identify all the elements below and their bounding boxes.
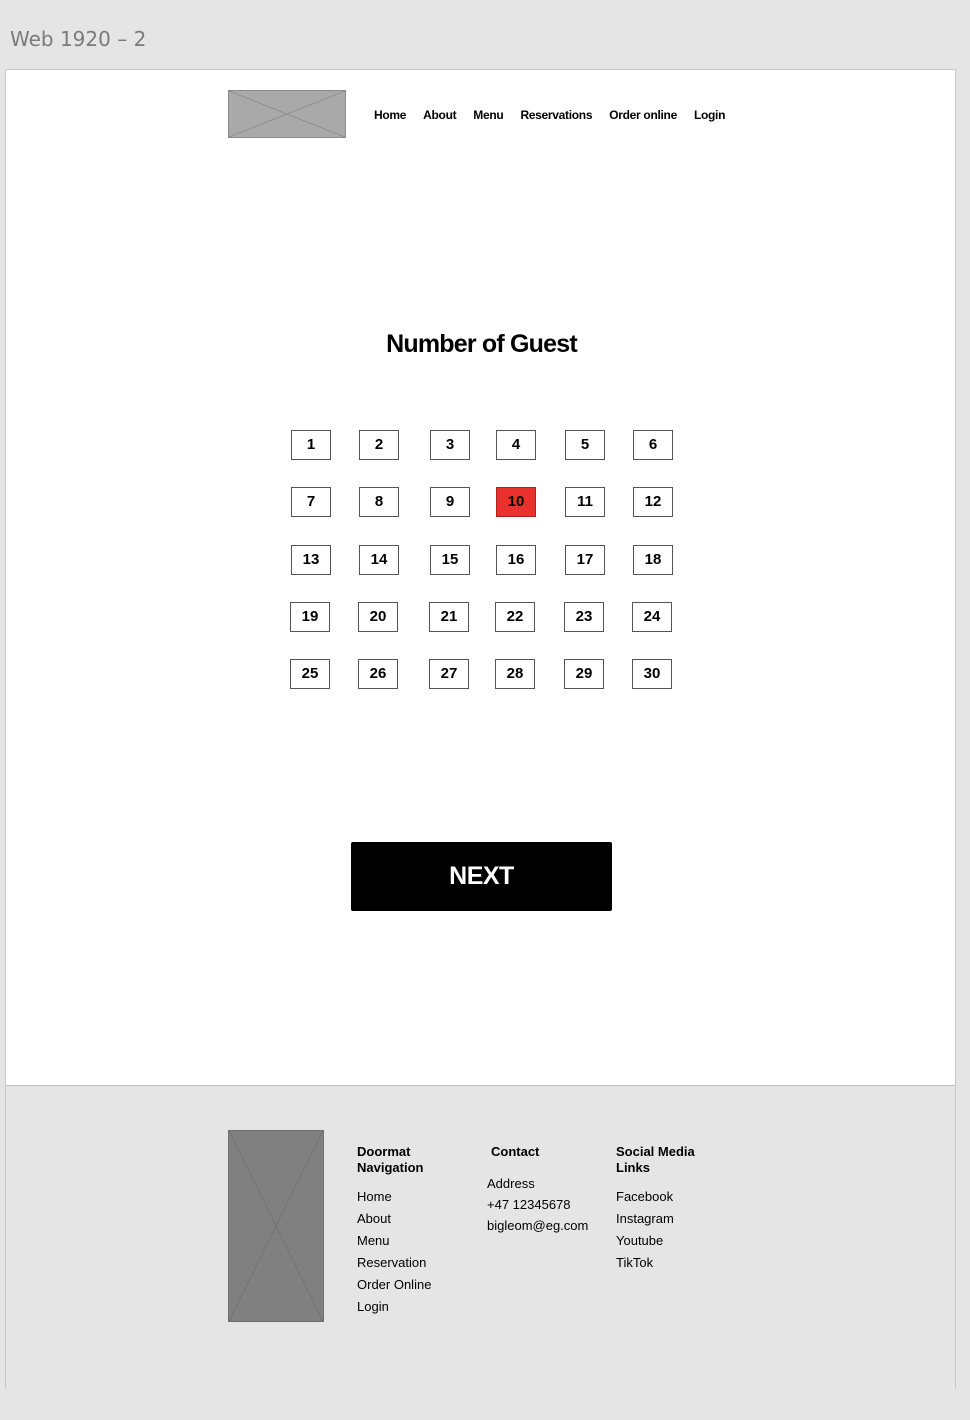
guest-count-8-button[interactable]: 8 <box>359 487 399 517</box>
guest-count-13-button[interactable]: 13 <box>291 545 331 575</box>
main-nav: Home About Menu Reservations Order onlin… <box>374 108 725 122</box>
guest-count-14-button[interactable]: 14 <box>359 545 399 575</box>
guest-count-11-button[interactable]: 11 <box>565 487 605 517</box>
next-button[interactable]: NEXT <box>351 842 612 911</box>
guest-count-23-button[interactable]: 23 <box>564 602 604 632</box>
guest-count-4-button[interactable]: 4 <box>496 430 536 460</box>
footer-social-column: Social Media Links Facebook Instagram Yo… <box>616 1144 726 1274</box>
guest-count-16-button[interactable]: 16 <box>496 545 536 575</box>
footer-nav-heading: Doormat Navigation <box>357 1144 424 1175</box>
social-link-youtube[interactable]: Youtube <box>616 1230 726 1252</box>
guest-count-28-button[interactable]: 28 <box>495 659 535 689</box>
guest-count-27-button[interactable]: 27 <box>429 659 469 689</box>
footer-contact-heading: Contact <box>491 1144 540 1159</box>
footer-link-menu[interactable]: Menu <box>357 1230 467 1252</box>
footer-contact-column: Contact Address +47 12345678 bigleom@eg.… <box>487 1144 607 1236</box>
footer-image-placeholder <box>228 1130 324 1322</box>
contact-address: Address <box>487 1176 535 1191</box>
nav-home[interactable]: Home <box>374 108 406 122</box>
guest-count-24-button[interactable]: 24 <box>632 602 672 632</box>
page-title: Number of Guest <box>386 330 578 358</box>
guest-count-25-button[interactable]: 25 <box>290 659 330 689</box>
nav-login[interactable]: Login <box>694 108 725 122</box>
contact-email: bigleom@eg.com <box>487 1218 589 1233</box>
guest-count-9-button[interactable]: 9 <box>430 487 470 517</box>
image-placeholder-icon <box>229 1131 323 1321</box>
footer-link-login[interactable]: Login <box>357 1296 467 1318</box>
nav-reservations[interactable]: Reservations <box>520 108 592 122</box>
guest-count-7-button[interactable]: 7 <box>291 487 331 517</box>
footer-nav-column: Doormat Navigation Home About Menu Reser… <box>357 1144 467 1318</box>
guest-count-17-button[interactable]: 17 <box>565 545 605 575</box>
image-placeholder-icon <box>229 91 345 137</box>
logo-placeholder[interactable] <box>228 90 346 138</box>
footer-link-about[interactable]: About <box>357 1208 467 1230</box>
guest-count-2-button[interactable]: 2 <box>359 430 399 460</box>
social-link-instagram[interactable]: Instagram <box>616 1208 726 1230</box>
guest-count-6-button[interactable]: 6 <box>633 430 673 460</box>
footer-link-home[interactable]: Home <box>357 1186 467 1208</box>
social-link-facebook[interactable]: Facebook <box>616 1186 726 1208</box>
guest-count-22-button[interactable]: 22 <box>495 602 535 632</box>
guest-count-18-button[interactable]: 18 <box>633 545 673 575</box>
guest-count-30-button[interactable]: 30 <box>632 659 672 689</box>
footer-link-reservation[interactable]: Reservation <box>357 1252 467 1274</box>
social-link-tiktok[interactable]: TikTok <box>616 1252 726 1274</box>
nav-about[interactable]: About <box>423 108 456 122</box>
guest-count-15-button[interactable]: 15 <box>430 545 470 575</box>
nav-menu[interactable]: Menu <box>473 108 503 122</box>
guest-count-3-button[interactable]: 3 <box>430 430 470 460</box>
guest-count-26-button[interactable]: 26 <box>358 659 398 689</box>
nav-order-online[interactable]: Order online <box>609 108 677 122</box>
footer-social-heading: Social Media Links <box>616 1144 695 1175</box>
guest-count-20-button[interactable]: 20 <box>358 602 398 632</box>
guest-count-12-button[interactable]: 12 <box>633 487 673 517</box>
artboard-label: Web 1920 – 2 <box>10 27 147 51</box>
guest-count-29-button[interactable]: 29 <box>564 659 604 689</box>
guest-count-21-button[interactable]: 21 <box>429 602 469 632</box>
footer: Doormat Navigation Home About Menu Reser… <box>6 1085 955 1389</box>
guest-count-19-button[interactable]: 19 <box>290 602 330 632</box>
guest-count-5-button[interactable]: 5 <box>565 430 605 460</box>
page-frame: Home About Menu Reservations Order onlin… <box>5 69 956 1389</box>
footer-link-order-online[interactable]: Order Online <box>357 1274 467 1296</box>
contact-phone: +47 12345678 <box>487 1197 571 1212</box>
guest-count-1-button[interactable]: 1 <box>291 430 331 460</box>
guest-count-10-button[interactable]: 10 <box>496 487 536 517</box>
